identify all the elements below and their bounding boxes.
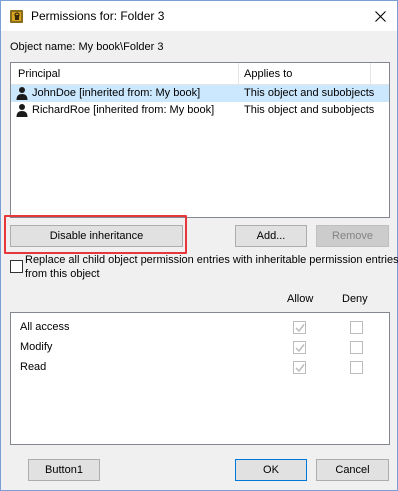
window-title: Permissions for: Folder 3 [31,9,165,23]
replace-child-permissions-checkbox[interactable] [10,260,23,273]
close-icon [374,10,386,22]
allow-checkbox[interactable] [293,361,306,374]
button1[interactable]: Button1 [28,459,100,481]
principal-name: RichardRoe [inherited from: My book] [32,104,215,116]
allow-column-header: Allow [287,293,314,305]
principals-list-header: Principal Applies to [11,63,389,85]
column-separator[interactable] [370,63,371,85]
permission-name: Modify [20,341,53,353]
principal-applies-to: This object and subobjects [244,104,375,116]
remove-button[interactable]: Remove [316,225,389,247]
principals-list[interactable]: Principal Applies to JohnDoe [inherited … [10,62,390,218]
column-separator[interactable] [238,63,239,85]
user-icon [16,87,28,100]
column-header-principal[interactable]: Principal [18,68,60,80]
folder-lock-icon [10,10,23,23]
principal-row-richardroe[interactable]: RichardRoe [inherited from: My book] Thi… [11,102,389,119]
close-button[interactable] [363,1,397,31]
deny-checkbox[interactable] [350,341,363,354]
permissions-list: All access Modify Read [10,312,390,445]
deny-checkbox[interactable] [350,321,363,334]
ok-button[interactable]: OK [235,459,307,481]
replace-child-permissions-label-line1: Replace all child object permission entr… [25,254,398,266]
permission-row-read: Read [11,359,389,377]
deny-column-header: Deny [342,293,368,305]
check-icon [295,344,305,353]
disable-inheritance-button[interactable]: Disable inheritance [10,225,183,247]
object-name-label: Object name: My book\Folder 3 [10,41,164,53]
column-header-applies-to[interactable]: Applies to [244,68,292,80]
deny-checkbox[interactable] [350,361,363,374]
user-icon [16,104,28,117]
title-bar: Permissions for: Folder 3 [1,1,397,31]
check-icon [295,364,305,373]
allow-checkbox[interactable] [293,341,306,354]
add-button[interactable]: Add... [235,225,307,247]
allow-checkbox[interactable] [293,321,306,334]
cancel-button[interactable]: Cancel [316,459,389,481]
principal-row-johndoe[interactable]: JohnDoe [inherited from: My book] This o… [11,85,389,102]
principal-applies-to: This object and subobjects [244,87,375,99]
permission-row-all-access: All access [11,319,389,337]
permissions-dialog: Permissions for: Folder 3 Object name: M… [0,0,398,491]
check-icon [295,324,305,333]
replace-child-permissions-label-line2: from this object [25,268,100,280]
permission-row-modify: Modify [11,339,389,357]
permission-name: Read [20,361,47,373]
permission-name: All access [20,321,70,333]
principal-name: JohnDoe [inherited from: My book] [32,87,201,99]
